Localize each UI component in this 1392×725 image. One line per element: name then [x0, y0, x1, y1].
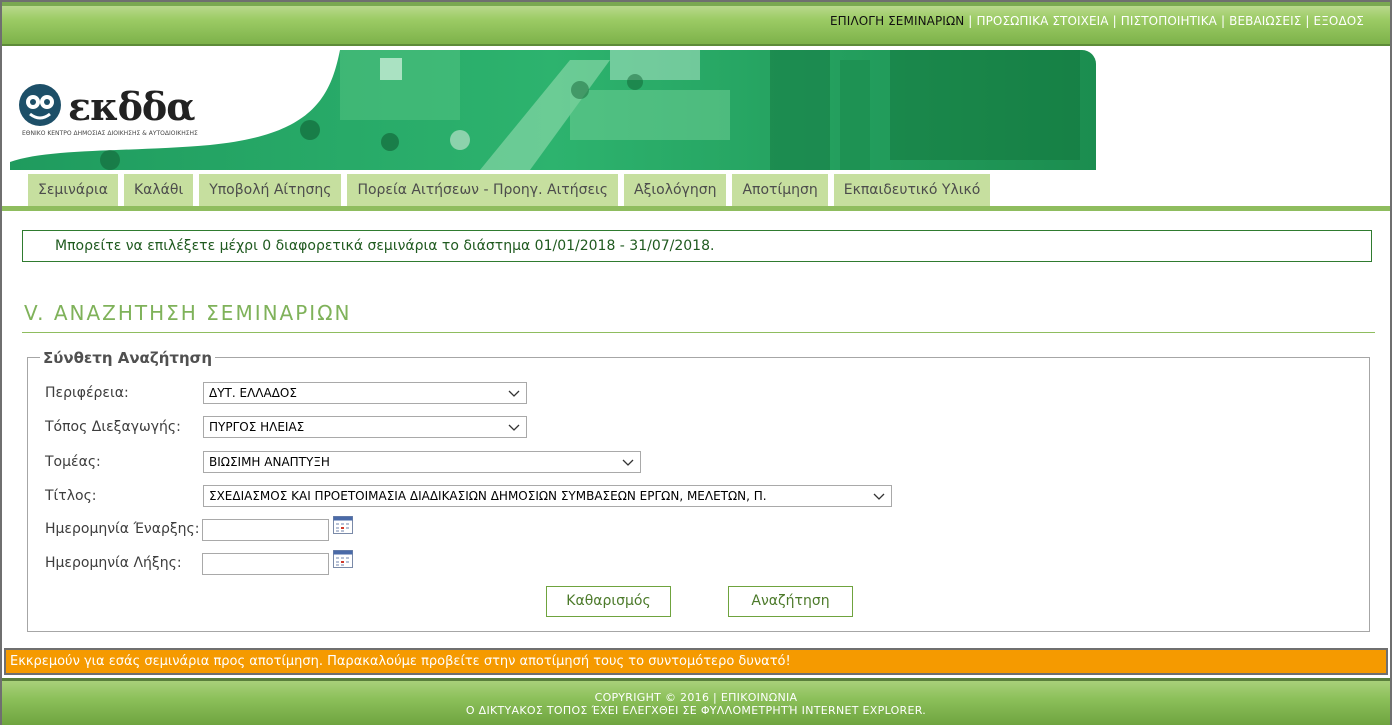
top-nav: ΕΠΙΛΟΓΗ ΣΕΜΙΝΑΡΙΩΝ | ΠΡΟΣΩΠΙΚΑ ΣΤΟΙΧΕΙΑ | ΠΙ… — [830, 14, 1364, 28]
sector-label: Τομέας: — [45, 454, 101, 470]
chevron-down-icon — [508, 424, 520, 431]
title-select-value: ΣΧΕΔΙΑΣΜΟΣ ΚΑΙ ΠΡΟΕΤΟΙΜΑΣΙΑ ΔΙΑΔΙΚΑΣΙΩΝ … — [209, 489, 767, 503]
footer: COPYRIGHT © 2016 | ΕΠΙΚΟΙΝΩΝΙΑ Ο ΔΙΚΤΥΑΚ… — [2, 678, 1390, 725]
tab-submit-application[interactable]: Υποβολή Αίτησης — [199, 174, 342, 209]
end-date-label: Ημερομηνία Λήξης: — [45, 555, 182, 571]
start-date-calendar-icon[interactable] — [333, 516, 353, 534]
sector-select-value: ΒΙΩΣΙΜΗ ΑΝΑΠΤΥΞΗ — [209, 455, 330, 469]
tab-application-progress[interactable]: Πορεία Αιτήσεων - Προηγ. Αιτήσεις — [347, 174, 619, 209]
top-nav-separator: | — [968, 14, 973, 28]
title-label: Τίτλος: — [45, 488, 97, 504]
chevron-down-icon — [622, 459, 634, 466]
logo-subtitle: ΕΘΝΙΚΟ ΚΕΝΤΡΟ ΔΗΜΟΣΙΑΣ ΔΙΟΙΚΗΣΗΣ & ΑΥΤΟΔ… — [22, 130, 198, 137]
tab-training-material[interactable]: Εκπαιδευτικό Υλικό — [833, 174, 991, 209]
logo-wordmark: εκδδα — [68, 84, 196, 129]
header-banner: εκδδα ΕΘΝΙΚΟ ΚΕΝΤΡΟ ΔΗΜΟΣΙΑΣ ΔΙΟΙΚΗΣΗΣ &… — [2, 48, 1390, 211]
owl-logo-icon — [19, 84, 61, 126]
top-nav-certificates[interactable]: ΠΙΣΤΟΠΟΙΗΤΙΚΑ — [1121, 14, 1217, 28]
venue-select-value: ΠΥΡΓΟΣ ΗΛΕΙΑΣ — [209, 420, 305, 434]
top-bar: ΕΠΙΛΟΓΗ ΣΕΜΙΝΑΡΙΩΝ | ΠΡΟΣΩΠΙΚΑ ΣΤΟΙΧΕΙΑ | ΠΙ… — [2, 2, 1390, 46]
footer-browser-note: Ο ΔΙΚΤΥΑΚΟΣ ΤΟΠΟΣ ΈΧΕΙ ΕΛΕΓΧΘΕΙ ΣΕ ΦΥΛΛΟ… — [465, 704, 927, 717]
venue-select[interactable]: ΠΥΡΓΟΣ ΗΛΕΙΑΣ — [203, 416, 527, 438]
region-select[interactable]: ΔΥΤ. ΕΛΛΑΔΟΣ — [203, 382, 527, 404]
tab-underline — [2, 206, 1390, 211]
page: ΕΠΙΛΟΓΗ ΣΕΜΙΝΑΡΙΩΝ | ΠΡΟΣΩΠΙΚΑ ΣΤΟΙΧΕΙΑ | ΠΙ… — [0, 0, 1392, 725]
ekdda-logo[interactable]: εκδδα ΕΘΝΙΚΟ ΚΕΝΤΡΟ ΔΗΜΟΣΙΑΣ ΔΙΟΙΚΗΣΗΣ &… — [18, 78, 198, 142]
clear-button[interactable]: Καθαρισμός — [546, 586, 671, 617]
main-tabs: Σεμινάρια Καλάθι Υποβολή Αίτησης Πορεία … — [28, 174, 991, 209]
start-date-label: Ημερομηνία Έναρξης: — [45, 521, 200, 537]
seminar-limit-info: Μπορείτε να επιλέξετε μέχρι 0 διαφορετικ… — [22, 230, 1372, 262]
start-date-input[interactable] — [202, 519, 329, 541]
top-nav-separator: | — [1220, 14, 1226, 28]
page-title: V. ΑΝΑΖΗΤΗΣΗ ΣΕΜΙΝΑΡΙΩΝ — [24, 301, 352, 325]
venue-label: Τόπος Διεξαγωγής: — [45, 419, 181, 435]
advanced-search-panel: Σύνθετη Αναζήτηση Περιφέρεια: ΔΥΤ. ΕΛΛΑΔ… — [27, 349, 1370, 632]
title-divider — [22, 332, 1375, 333]
end-date-input[interactable] — [202, 553, 329, 575]
tab-seminars[interactable]: Σεμινάρια — [28, 174, 118, 209]
region-select-value: ΔΥΤ. ΕΛΛΑΔΟΣ — [209, 386, 297, 400]
top-nav-personal-info[interactable]: ΠΡΟΣΩΠΙΚΑ ΣΤΟΙΧΕΙΑ — [976, 14, 1108, 28]
top-nav-attestations[interactable]: ΒΕΒΑΙΩΣΕΙΣ — [1229, 14, 1301, 28]
chevron-down-icon — [873, 493, 885, 500]
tab-assessment[interactable]: Αποτίμηση — [732, 174, 828, 209]
sector-select[interactable]: ΒΙΩΣΙΜΗ ΑΝΑΠΤΥΞΗ — [203, 451, 641, 473]
end-date-calendar-icon[interactable] — [333, 550, 353, 568]
search-button[interactable]: Αναζήτηση — [728, 586, 853, 617]
footer-copyright[interactable]: COPYRIGHT © 2016 | ΕΠΙΚΟΙΝΩΝΙΑ — [2, 691, 1390, 704]
top-nav-separator: | — [1305, 14, 1310, 28]
advanced-search-legend: Σύνθετη Αναζήτηση — [40, 349, 216, 367]
pending-assessment-alert: Εκκρεμούν για εσάς σεμινάρια προς αποτίμ… — [4, 648, 1388, 675]
region-label: Περιφέρεια: — [45, 385, 129, 401]
top-nav-logout[interactable]: ΕΞΟΔΟΣ — [1314, 14, 1364, 28]
tab-evaluation[interactable]: Αξιολόγηση — [624, 174, 727, 209]
tab-cart[interactable]: Καλάθι — [123, 174, 194, 209]
top-nav-seminar-selection[interactable]: ΕΠΙΛΟΓΗ ΣΕΜΙΝΑΡΙΩΝ — [830, 14, 964, 28]
title-select[interactable]: ΣΧΕΔΙΑΣΜΟΣ ΚΑΙ ΠΡΟΕΤΟΙΜΑΣΙΑ ΔΙΑΔΙΚΑΣΙΩΝ … — [203, 485, 892, 507]
top-nav-separator: | — [1112, 14, 1117, 28]
chevron-down-icon — [508, 390, 520, 397]
